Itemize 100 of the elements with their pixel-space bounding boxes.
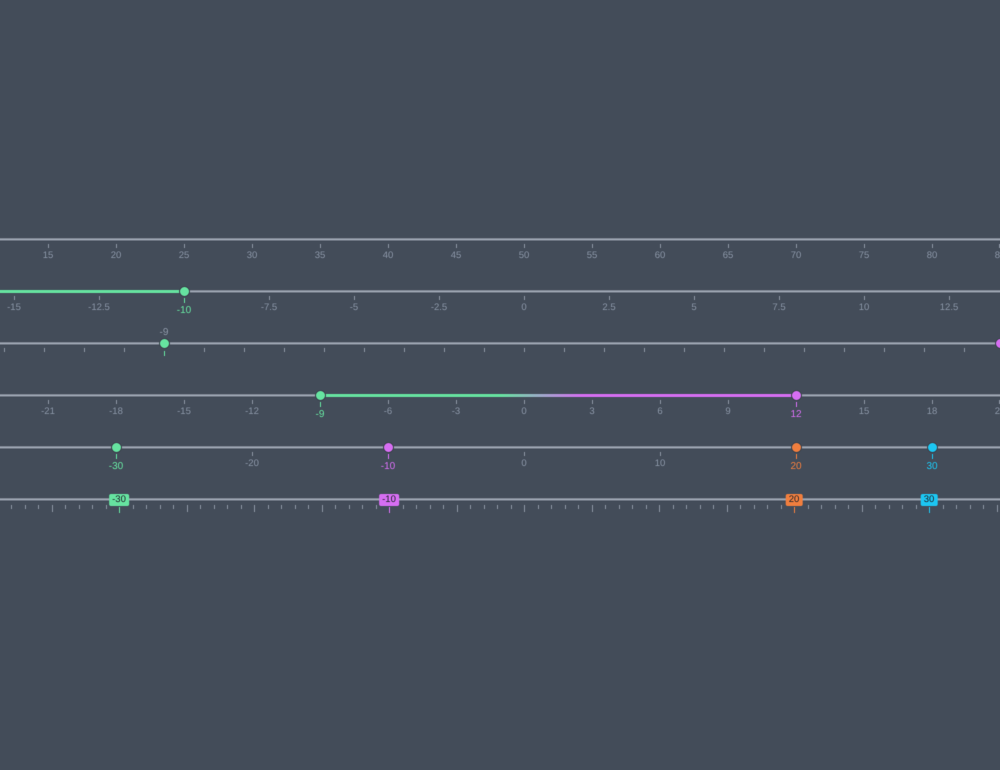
tick-label: -15	[177, 406, 191, 416]
tick-label: 20	[110, 250, 122, 260]
tick-mark	[796, 244, 797, 248]
tick-mark	[510, 505, 512, 509]
tick-label: 18	[926, 406, 938, 416]
tick-mark	[320, 402, 321, 407]
value-label: -9	[316, 408, 324, 420]
tick-label: 0	[521, 458, 527, 468]
slider-thumb[interactable]	[926, 442, 938, 453]
tick-mark	[404, 348, 405, 352]
tick-mark	[804, 348, 805, 352]
tick-mark	[84, 348, 85, 352]
tick-mark	[605, 505, 606, 509]
tick-mark	[821, 505, 822, 509]
value-badge[interactable]: 30	[920, 494, 938, 506]
tick-label: 75	[858, 250, 870, 260]
value-badge[interactable]: -30	[109, 494, 129, 506]
tick-mark	[996, 505, 998, 512]
tick-mark	[48, 244, 49, 248]
tick-mark	[794, 507, 795, 513]
tick-mark	[888, 505, 890, 509]
tick-mark	[252, 244, 253, 248]
tick-mark	[354, 296, 355, 300]
tick-mark	[497, 505, 498, 509]
tick-mark	[388, 454, 389, 459]
tick-mark	[269, 296, 270, 300]
value-label: -10	[176, 304, 192, 316]
tick-mark	[796, 454, 797, 459]
value-badge[interactable]: 20	[786, 494, 802, 506]
tick-mark	[484, 348, 485, 352]
tick-mark	[200, 505, 201, 509]
tick-mark	[364, 348, 365, 352]
tick-mark	[592, 244, 593, 248]
tick-mark	[186, 505, 188, 512]
tick-mark	[964, 348, 965, 352]
tick-label: 0	[521, 406, 527, 416]
slider-thumb[interactable]	[382, 442, 394, 453]
tick-label: 15	[858, 406, 870, 416]
tick-mark	[618, 505, 620, 509]
tick-label: 5	[691, 302, 697, 312]
tick-label: 12.5	[940, 302, 958, 312]
value-badge[interactable]: -10	[379, 494, 399, 506]
tick-label: -7.5	[260, 302, 278, 312]
tick-mark	[660, 452, 661, 456]
tick-label: 9	[725, 406, 731, 416]
tick-mark	[146, 505, 147, 509]
tick-mark	[456, 505, 458, 512]
tick-mark	[24, 505, 26, 509]
tick-mark	[388, 244, 389, 248]
tick-mark	[184, 298, 185, 303]
tick-mark	[470, 505, 471, 509]
tick-mark	[672, 505, 674, 509]
tick-mark	[524, 296, 525, 300]
tick-mark	[844, 348, 845, 352]
tick-mark	[164, 350, 165, 356]
tick-label: 6	[657, 406, 663, 416]
slider-thumb[interactable]	[110, 442, 122, 453]
tick-mark	[694, 296, 695, 300]
tick-label: 30	[246, 250, 258, 260]
slider-thumb[interactable]	[158, 338, 170, 349]
tick-mark	[764, 348, 765, 352]
tick-mark	[244, 348, 245, 352]
tick-mark	[564, 348, 565, 352]
tick-mark	[308, 505, 309, 509]
tick-label: 55	[586, 250, 598, 260]
tick-mark	[740, 505, 741, 509]
slider-thumb[interactable]	[314, 390, 326, 401]
tick-mark	[726, 505, 728, 512]
slider-thumb[interactable]	[790, 442, 802, 453]
tick-mark	[632, 505, 633, 509]
tick-mark	[281, 505, 282, 509]
tick-label: -2.5	[430, 302, 448, 312]
tick-mark	[884, 348, 885, 352]
tick-mark	[439, 296, 440, 300]
tick-mark	[724, 348, 725, 352]
tick-mark	[875, 505, 876, 509]
tick-mark	[348, 505, 350, 509]
tick-label: -18	[109, 406, 123, 416]
value-label: -9	[160, 326, 168, 338]
tick-mark	[932, 454, 933, 459]
tick-mark	[780, 505, 782, 509]
tick-mark	[92, 505, 93, 509]
tick-mark	[932, 400, 933, 404]
tick-mark	[324, 348, 325, 352]
tick-label: 10	[654, 458, 666, 468]
tick-mark	[942, 505, 944, 509]
tick-mark	[456, 244, 457, 248]
tick-mark	[4, 348, 5, 352]
slider-thumb[interactable]	[790, 390, 802, 401]
tick-mark	[684, 348, 685, 352]
slider-thumb[interactable]	[178, 286, 190, 297]
tick-mark	[335, 505, 336, 509]
value-label: -10	[380, 460, 396, 472]
tick-label: -5	[350, 302, 358, 312]
tick-mark	[65, 505, 66, 509]
tick-mark	[848, 505, 849, 509]
tick-mark	[227, 505, 228, 509]
slider-track[interactable]: -30 -10 20 30	[0, 493, 1000, 506]
tick-mark	[779, 296, 780, 300]
tick-mark	[119, 507, 120, 513]
